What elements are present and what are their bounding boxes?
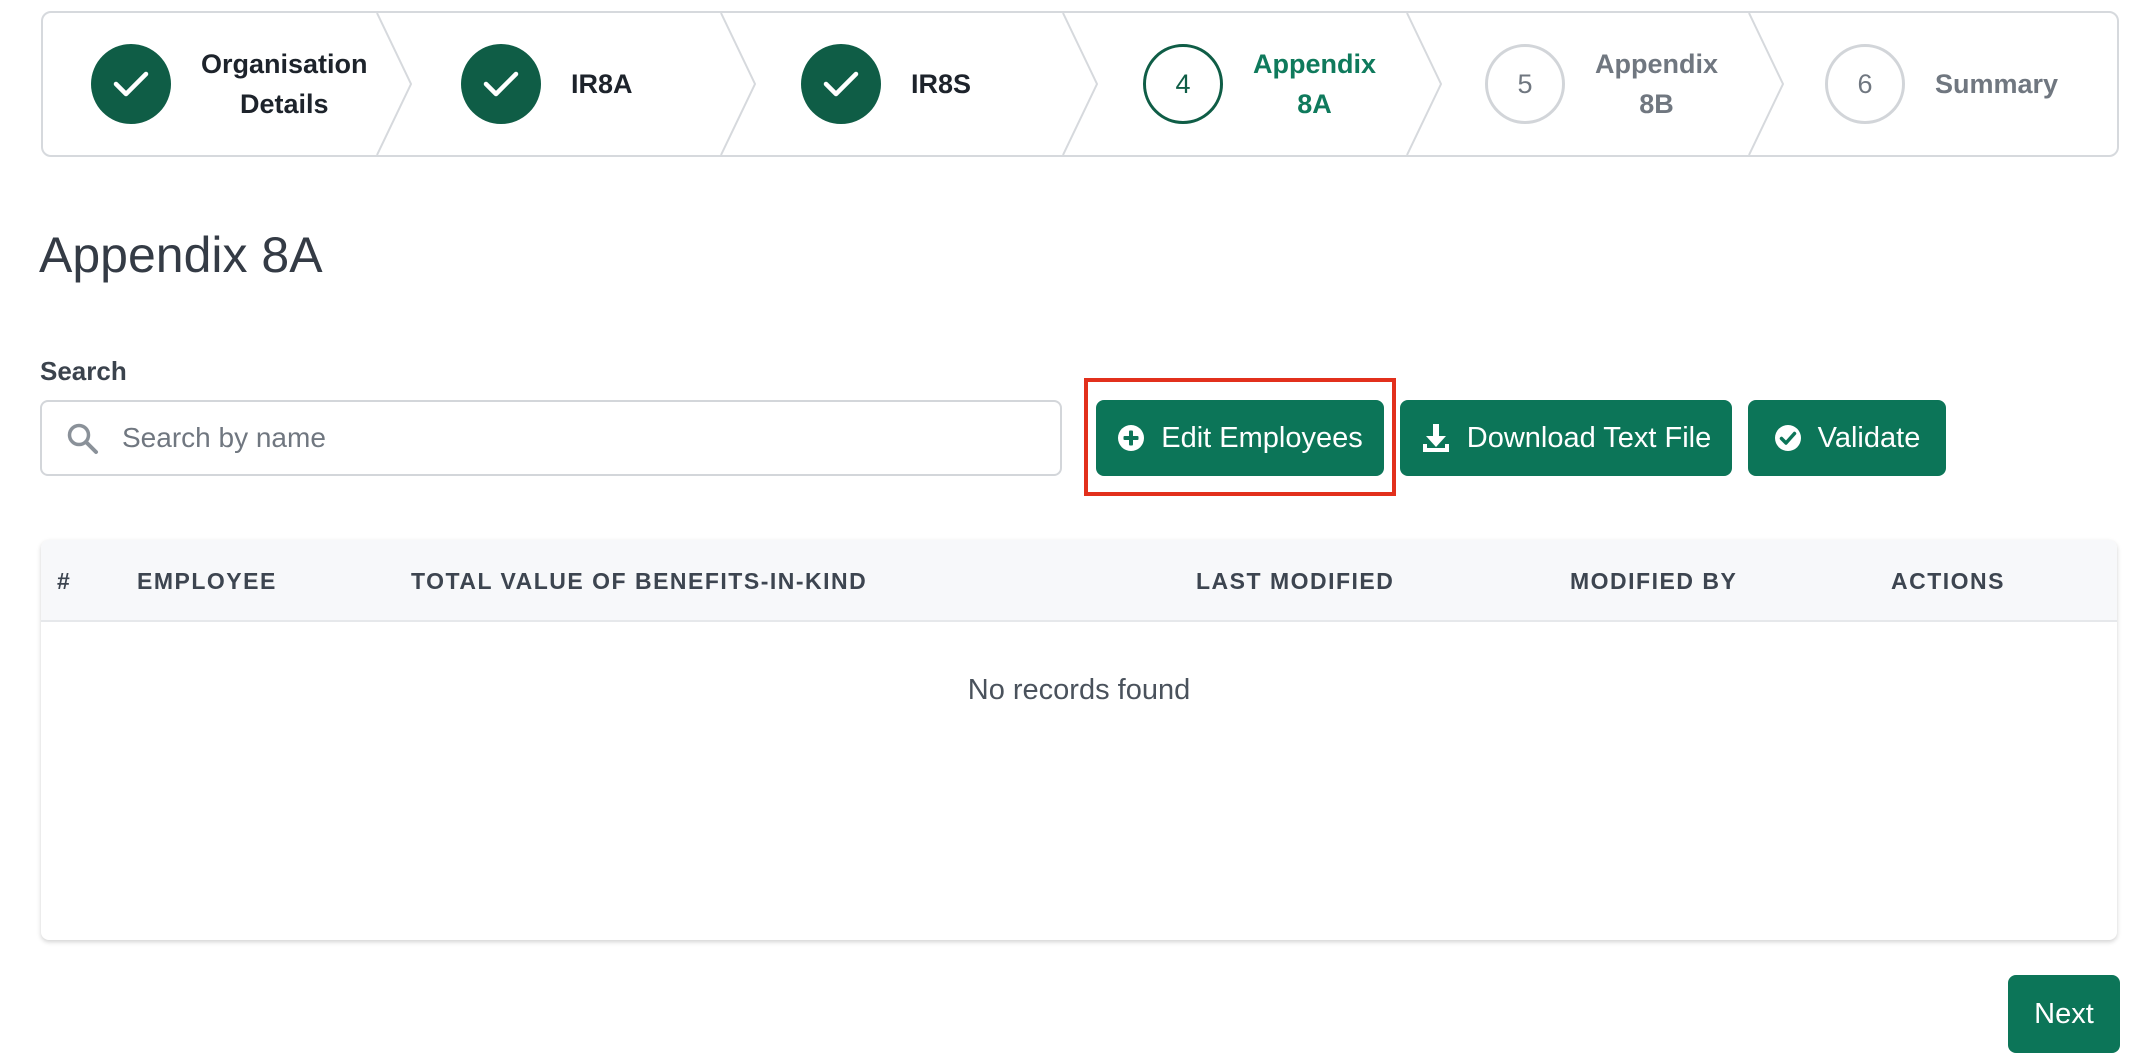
step-appendix-8b[interactable]: 5 Appendix 8B (1485, 13, 1718, 155)
next-button[interactable]: Next (2008, 975, 2120, 1053)
validate-button[interactable]: Validate (1748, 400, 1946, 476)
page: Organisation Details IR8A IR8S 4 Appendi… (0, 0, 2130, 1062)
highlight-annotation (1084, 378, 1396, 496)
check-icon (113, 71, 149, 97)
step-number: 5 (1517, 68, 1533, 99)
step-summary[interactable]: 6 Summary (1825, 13, 2058, 155)
step-number-circle: 5 (1485, 44, 1565, 124)
download-icon (1421, 422, 1451, 454)
column-header-index: # (57, 568, 72, 594)
search-field[interactable] (40, 400, 1062, 476)
column-header-modified-by: MODIFIED BY (1570, 568, 1738, 594)
download-text-file-button[interactable]: Download Text File (1400, 400, 1732, 476)
column-header-actions: ACTIONS (1891, 568, 2005, 594)
step-label: IR8S (911, 69, 972, 99)
search-label: Search (40, 356, 127, 386)
step-label: Organisation Details (201, 49, 368, 119)
column-header-last-modified: LAST MODIFIED (1196, 568, 1395, 594)
table-header: # EMPLOYEE TOTAL VALUE OF BENEFITS-IN-KI… (41, 540, 2117, 622)
progress-stepper: Organisation Details IR8A IR8S 4 Appendi… (41, 11, 2119, 157)
check-icon (483, 71, 519, 97)
column-header-total-value: TOTAL VALUE OF BENEFITS-IN-KIND (411, 568, 868, 594)
validate-label: Validate (1817, 421, 1921, 454)
search-input[interactable] (122, 402, 1042, 474)
step-complete-circle (91, 44, 171, 124)
check-circle-icon (1774, 424, 1802, 452)
column-header-employee: EMPLOYEE (137, 568, 277, 594)
empty-state-message: No records found (967, 674, 1191, 706)
step-number-circle: 4 (1143, 44, 1223, 124)
step-label: IR8A (571, 69, 633, 99)
step-organisation-details[interactable]: Organisation Details (91, 13, 368, 155)
appendix-8a-table: # EMPLOYEE TOTAL VALUE OF BENEFITS-IN-KI… (41, 540, 2117, 940)
step-label: Summary (1935, 69, 2059, 99)
download-text-file-label: Download Text File (1466, 421, 1712, 454)
step-number-circle: 6 (1825, 44, 1905, 124)
step-number: 6 (1857, 68, 1873, 99)
step-label: Appendix 8A (1253, 49, 1377, 119)
check-icon (823, 71, 859, 97)
page-title: Appendix 8A (39, 227, 323, 283)
search-icon (67, 423, 98, 454)
step-appendix-8a[interactable]: 4 Appendix 8A (1143, 13, 1376, 155)
step-number: 4 (1175, 68, 1191, 99)
step-complete-circle (461, 44, 541, 124)
step-ir8a[interactable]: IR8A (461, 13, 633, 155)
step-complete-circle (801, 44, 881, 124)
step-label: Appendix 8B (1595, 49, 1719, 119)
step-ir8s[interactable]: IR8S (801, 13, 971, 155)
